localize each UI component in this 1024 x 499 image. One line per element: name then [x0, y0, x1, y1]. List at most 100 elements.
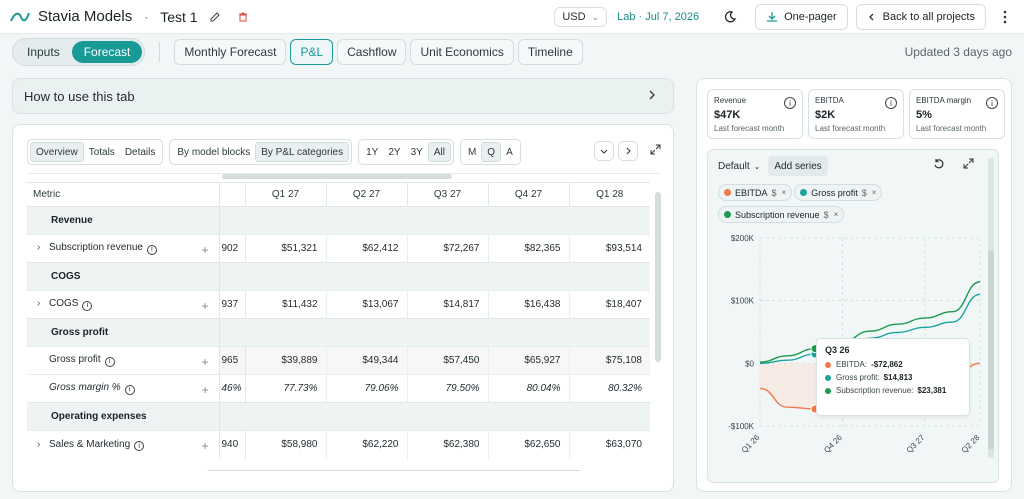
value-cell[interactable]: $72,267 — [406, 234, 488, 263]
back-to-projects-button[interactable]: Back to all projects — [855, 4, 986, 30]
value-cell[interactable]: 79.06% — [325, 374, 407, 403]
section-fill — [219, 206, 650, 235]
table-toolbar: Overview Totals Details By model blocks … — [27, 139, 527, 165]
currency-select[interactable]: USD ⌄ — [554, 7, 608, 27]
value-cell[interactable]: 80.32% — [568, 374, 650, 403]
add-icon[interactable]: + — [201, 439, 208, 453]
mode-inputs[interactable]: Inputs — [15, 41, 72, 63]
info-icon[interactable]: i — [784, 97, 796, 109]
value-cell[interactable]: $58,980 — [244, 430, 326, 459]
value-cell[interactable]: $63,070 — [568, 430, 650, 459]
value-cell[interactable]: 79.50% — [406, 374, 488, 403]
period-annual[interactable]: A — [501, 142, 518, 162]
tab-unit-economics[interactable]: Unit Economics — [410, 39, 514, 65]
chevron-right-icon[interactable] — [618, 141, 638, 161]
trash-icon[interactable] — [232, 6, 254, 28]
value-cell[interactable]: $62,650 — [487, 430, 569, 459]
info-icon[interactable]: i — [134, 441, 145, 451]
tab-pnl[interactable]: P&L — [290, 39, 334, 65]
kpi-sub: Last forecast month — [916, 124, 987, 133]
kpi-revenue: Revenue $47K Last forecast month i — [707, 89, 803, 139]
lab-date: Lab · Jul 7, 2026 — [617, 11, 700, 23]
info-icon[interactable]: i — [124, 384, 135, 395]
info-icon[interactable]: i — [146, 244, 157, 255]
back-label: Back to all projects — [882, 11, 975, 23]
group-pnl-categories[interactable]: By P&L categories — [255, 142, 350, 162]
value-cell[interactable]: $51,321 — [244, 234, 326, 263]
table-row: Gross margin % i +46% 77.73% 79.06% 79.50% 80.… — [27, 374, 650, 403]
value-cell[interactable]: $14,817 — [406, 290, 488, 319]
value-cell[interactable]: $49,344 — [325, 346, 407, 375]
chevron-right-icon[interactable]: › — [37, 242, 49, 253]
period-quarter[interactable]: Q — [481, 142, 502, 162]
value-cell[interactable]: $82,365 — [487, 234, 569, 263]
one-pager-button[interactable]: One-pager — [755, 4, 848, 30]
period-switch: M Q A — [459, 139, 521, 165]
how-to-use-accordion[interactable]: How to use this tab — [12, 78, 674, 114]
range-3y[interactable]: 3Y — [406, 142, 428, 162]
chevron-right-icon[interactable]: › — [37, 439, 49, 450]
chevron-left-icon — [868, 13, 874, 21]
chart-scroll-thumb[interactable] — [988, 250, 994, 450]
add-icon[interactable]: + — [201, 383, 208, 397]
view-overview[interactable]: Overview — [30, 142, 84, 162]
value-cell[interactable]: $16,438 — [487, 290, 569, 319]
value-cell[interactable]: $62,380 — [406, 430, 488, 459]
x-tick-label: Q1 26 — [740, 433, 762, 455]
info-icon[interactable]: i — [986, 97, 998, 109]
edit-icon[interactable] — [204, 6, 226, 28]
horizontal-scrollbar-bottom[interactable] — [207, 470, 582, 471]
range-2y[interactable]: 2Y — [383, 142, 405, 162]
tab-timeline[interactable]: Timeline — [517, 39, 583, 65]
info-icon[interactable]: i — [885, 97, 897, 109]
add-icon[interactable]: + — [201, 299, 208, 313]
info-icon[interactable]: i — [104, 356, 115, 367]
tooltip-label: Subscription revenue: — [836, 386, 914, 395]
table-nav — [590, 141, 661, 161]
value-cell[interactable]: $93,514 — [568, 234, 650, 263]
y-tick-label: $100K — [731, 297, 755, 306]
value-cell[interactable]: $57,450 — [406, 346, 488, 375]
value-cell[interactable]: $65,927 — [487, 346, 569, 375]
vertical-scrollbar[interactable] — [655, 192, 661, 362]
chart-box: Default ⌄ Add series EBITDA $ × Gross profi… — [707, 149, 999, 483]
range-1y[interactable]: 1Y — [361, 142, 383, 162]
tooltip-value: $23,381 — [917, 386, 947, 395]
value-cell[interactable]: $62,220 — [325, 430, 407, 459]
period-month[interactable]: M — [463, 142, 481, 162]
value-cell[interactable]: $39,889 — [244, 346, 326, 375]
mode-forecast[interactable]: Forecast — [71, 41, 143, 63]
logo-icon — [10, 12, 30, 21]
value-cell[interactable]: 77.73% — [244, 374, 326, 403]
chevron-right-icon[interactable]: › — [37, 298, 49, 309]
view-switch: Overview Totals Details — [27, 139, 164, 165]
app-name: Stavia Models — [38, 8, 133, 25]
value-cell[interactable]: 80.04% — [487, 374, 569, 403]
horizontal-scrollbar[interactable] — [222, 174, 452, 179]
tooltip-row: Gross profit: $14,813 — [825, 373, 961, 382]
range-all[interactable]: All — [427, 142, 451, 162]
tooltip-label: Gross profit: — [836, 373, 880, 382]
kpi-value: 5% — [916, 109, 932, 121]
tab-monthly-forecast[interactable]: Monthly Forecast — [174, 39, 287, 65]
tooltip-value: $14,813 — [883, 373, 913, 382]
partial-cell: 965 — [219, 346, 246, 375]
group-model-blocks[interactable]: By model blocks — [172, 142, 255, 162]
section-label: Revenue — [27, 206, 220, 235]
value-cell[interactable]: $11,432 — [244, 290, 326, 319]
y-tick-label: -$100K — [728, 422, 754, 431]
moon-icon[interactable] — [719, 6, 741, 28]
expand-icon[interactable] — [650, 144, 661, 158]
tab-cashflow[interactable]: Cashflow — [337, 39, 407, 65]
chevron-down-icon[interactable] — [594, 141, 614, 161]
info-icon[interactable]: i — [82, 300, 93, 311]
add-icon[interactable]: + — [201, 355, 208, 369]
value-cell[interactable]: $75,108 — [568, 346, 650, 375]
value-cell[interactable]: $62,412 — [325, 234, 407, 263]
value-cell[interactable]: $18,407 — [568, 290, 650, 319]
add-icon[interactable]: + — [201, 243, 208, 257]
view-details[interactable]: Details — [120, 142, 161, 162]
value-cell[interactable]: $13,067 — [325, 290, 407, 319]
more-vertical-icon[interactable] — [994, 6, 1016, 28]
view-totals[interactable]: Totals — [84, 142, 120, 162]
